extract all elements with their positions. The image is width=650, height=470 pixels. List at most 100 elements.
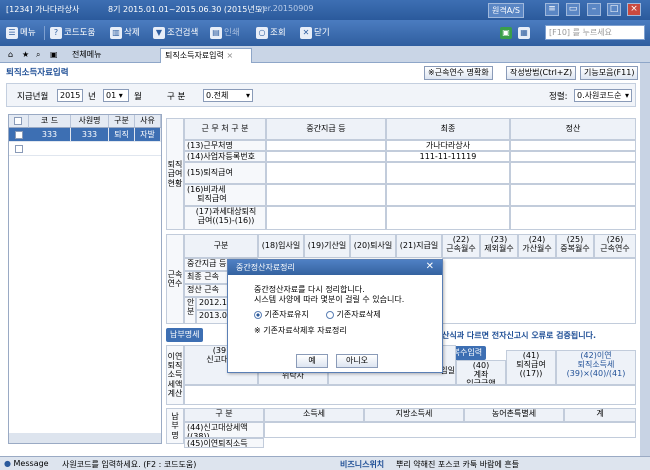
pay-col-type: 구 분 xyxy=(184,408,264,422)
chevron-down-icon: ▾ xyxy=(624,91,629,100)
tab-bar: ⌂ ★ ⌕ ▣ 전체메뉴 퇴직소득자료입력 × xyxy=(0,46,650,63)
right-scrollbar[interactable] xyxy=(640,63,650,456)
interim-input[interactable] xyxy=(266,140,386,151)
maximize-icon[interactable]: □ xyxy=(607,3,621,16)
window-menu-icon[interactable]: ≡ xyxy=(545,3,559,16)
svc-col-23: (23) 제외월수 xyxy=(480,234,518,258)
table-row[interactable] xyxy=(9,142,161,156)
row-label: (17)과세대상퇴직 급여((15)-(16)) xyxy=(184,206,266,230)
condition-search-button[interactable]: ▼ 조건검색 xyxy=(153,25,198,41)
menu-search-input[interactable]: [F10] 를 누르세요 xyxy=(545,25,645,40)
status-message: 사원코드를 입력하세요. (F2 : 코드도움) xyxy=(62,460,197,469)
interim-input[interactable] xyxy=(266,151,386,162)
type-select[interactable]: 0.전체 ▾ xyxy=(203,89,253,102)
book-icon[interactable]: ▭ xyxy=(566,3,580,16)
svc-sub-label: 안분 xyxy=(184,297,196,324)
svc-values-area[interactable] xyxy=(442,258,636,324)
info-icon: ● xyxy=(4,459,11,468)
grid-scrollbar[interactable] xyxy=(9,433,161,443)
chevron-down-icon: ▾ xyxy=(118,91,123,100)
select-all-checkbox[interactable] xyxy=(9,115,29,128)
settle-input[interactable] xyxy=(510,162,636,184)
pay-col-rural: 농어촌특별세 xyxy=(464,408,564,422)
svc-col-25: (25) 중복월수 xyxy=(556,234,594,258)
payment-side-label: 납 부 명 xyxy=(166,408,184,444)
main-toolbar: ☰ 메뉴 ? 코드도움 ▥ 삭제 ▼ 조건검색 ▤ 인쇄 ○ 조회 ✕ 닫기 ▣ ▦ [F10… xyxy=(0,20,650,46)
table-row[interactable]: 333 333 퇴직 자발 xyxy=(9,128,161,142)
settings-icon[interactable]: ▣ xyxy=(46,48,62,63)
print-button[interactable]: ▤ 인쇄 xyxy=(210,25,240,41)
magnifier-icon: ○ xyxy=(256,26,268,39)
interim-input[interactable] xyxy=(266,206,386,230)
row-label: (13)근무처명 xyxy=(184,140,266,151)
message-label: ● Message xyxy=(4,459,49,468)
year-input[interactable]: 2015 xyxy=(57,89,83,102)
tab-retirement-income[interactable]: 퇴직소득자료입력 × xyxy=(160,48,252,63)
col-code: 코 드 xyxy=(29,115,71,128)
tab-all-menu[interactable]: 전체메뉴 xyxy=(68,48,105,63)
deferred-values-row[interactable] xyxy=(184,385,636,405)
settle-input[interactable] xyxy=(510,151,636,162)
final-workplace-name[interactable]: 가나다라상사 xyxy=(386,140,510,151)
business-ticker[interactable]: 뿌리 약해진 포스코 카툭 바람에 흔들 xyxy=(396,459,519,470)
printer-icon: ▤ xyxy=(210,26,222,39)
close-button[interactable]: ✕ 닫기 xyxy=(300,25,330,41)
close-icon: ✕ xyxy=(300,26,312,39)
svc-col-21: (21)지급일 xyxy=(396,234,442,258)
pay-values-row[interactable] xyxy=(264,422,636,438)
no-button[interactable]: 아니오 xyxy=(336,354,378,368)
close-window-icon[interactable]: × xyxy=(627,3,641,16)
calendar-icon[interactable]: ▦ xyxy=(518,25,532,41)
lookup-button[interactable]: ○ 조회 xyxy=(256,25,286,41)
menu-button[interactable]: ☰ 메뉴 xyxy=(6,25,36,41)
dialog-message-2: 시스템 사양에 따라 몇분이 걸릴 수 있습니다. xyxy=(254,295,405,304)
pay-col-total: 계 xyxy=(564,408,636,422)
status-bar: ● Message 사원코드를 입력하세요. (F2 : 코드도움) 비즈니스위… xyxy=(0,456,650,470)
employee-grid: 코 드 사원명 구분 사유 333 333 퇴직 자발 xyxy=(8,114,162,444)
col-41: (41) 퇴직급여 ((17)) xyxy=(506,350,556,385)
sort-select[interactable]: 0.사원코드순 ▾ xyxy=(574,89,632,102)
col-40: (40) 계좌 입금금액 xyxy=(456,360,506,385)
search-icon[interactable]: ⌕ xyxy=(32,48,44,63)
chat-icon[interactable]: ▣ xyxy=(500,25,514,41)
minimize-icon[interactable]: – xyxy=(587,3,601,16)
dialog-note: ※ 기존자료삭제후 자료정리 xyxy=(254,326,347,335)
tab-close-icon: × xyxy=(226,51,234,60)
row-checkbox[interactable] xyxy=(15,131,23,139)
row-label: (15)퇴직급여 xyxy=(184,162,266,184)
final-business-number[interactable]: 111-11-11119 xyxy=(386,151,510,162)
dialog-close-icon[interactable]: ✕ xyxy=(426,261,434,272)
delete-button[interactable]: ▥ 삭제 xyxy=(110,25,140,41)
final-input[interactable] xyxy=(386,206,510,230)
remote-support-button[interactable]: 원격A/S xyxy=(488,3,524,18)
home-icon[interactable]: ⌂ xyxy=(4,48,17,63)
yes-button[interactable]: 예 xyxy=(296,354,328,368)
app-title: [1234] 가나다라상사 xyxy=(6,5,80,14)
option-delete-radio[interactable]: 기존자료삭제 xyxy=(326,309,381,320)
final-input[interactable] xyxy=(386,184,510,206)
period-label: 8기 2015.01.01~2015.06.30 (2015년도) xyxy=(108,5,266,14)
settle-input[interactable] xyxy=(510,184,636,206)
row-label: (14)사업자등록번호 xyxy=(184,151,266,162)
header-settle: 정산 xyxy=(510,118,636,140)
svc-col-24: (24) 가산월수 xyxy=(518,234,556,258)
star-icon[interactable]: ★ xyxy=(18,48,33,63)
validation-warning: 산식과 다르면 전자신고시 오류로 검증됩니다. xyxy=(442,331,597,340)
payment-detail-tab[interactable]: 납부명세 xyxy=(166,328,204,342)
option-keep-radio[interactable]: 기존자료유지 xyxy=(254,309,309,320)
month-unit: 월 xyxy=(134,92,142,102)
interim-input[interactable] xyxy=(266,162,386,184)
settle-input[interactable] xyxy=(510,140,636,151)
col-42: (42)이연 퇴직소득세 (39)×(40)/(41) xyxy=(556,350,636,385)
final-input[interactable] xyxy=(386,162,510,184)
code-help-button[interactable]: ? 코드도움 xyxy=(50,25,95,41)
workplace-side-label: 퇴직 급여 현황 xyxy=(166,118,184,230)
row-checkbox[interactable] xyxy=(15,145,23,153)
settle-input[interactable] xyxy=(510,206,636,230)
features-button[interactable]: 기능모음(F11) xyxy=(580,66,639,80)
month-select[interactable]: 01 ▾ xyxy=(103,89,129,102)
howto-button[interactable]: 작성방법(Ctrl+Z) xyxy=(506,66,577,80)
row-label: (16)비과세 퇴직급여 xyxy=(184,184,266,206)
service-period-button[interactable]: ※근속연수 명확화 xyxy=(424,66,493,80)
interim-input[interactable] xyxy=(266,184,386,206)
